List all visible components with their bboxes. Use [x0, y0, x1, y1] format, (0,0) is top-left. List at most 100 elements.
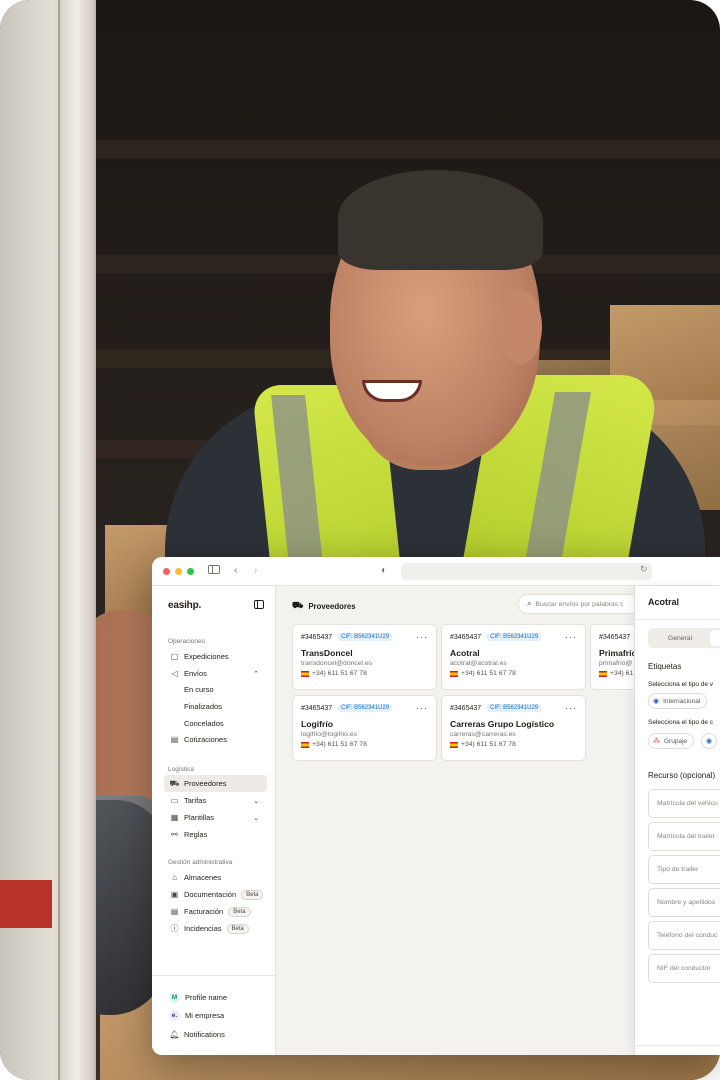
minimize-window-button[interactable]: [175, 567, 182, 575]
sidebar-item-documentacion[interactable]: ▣ Documentación Beta: [164, 886, 267, 903]
forward-arrow-icon[interactable]: ›: [254, 565, 257, 577]
privacy-shield-icon[interactable]: ◐: [381, 565, 387, 577]
sidebar-item-tarifas[interactable]: ▭ Tarifas ⌄: [164, 792, 267, 809]
browser-sidebar-icon[interactable]: [208, 565, 220, 574]
chip-grupaje[interactable]: ⁂ Grupaje: [648, 733, 695, 749]
sidebar-footer: [152, 975, 276, 976]
provider-card[interactable]: #3465437 CIF: B562341U29 ··· Carreras Grupo…: [441, 695, 586, 761]
calendar-icon: ▢: [170, 652, 179, 661]
provider-phone: +34) 611 51 67 78: [450, 741, 577, 748]
matricula-vehiculo-field[interactable]: Matrícula del vehícu: [648, 789, 720, 818]
provider-name: Carreras Grupo Logístico: [450, 719, 555, 729]
invoice-icon: ▤: [170, 907, 179, 916]
more-options-icon[interactable]: ···: [416, 632, 428, 642]
provider-name: TransDoncel: [301, 648, 353, 658]
detail-title: Acotral: [648, 597, 680, 607]
tag-icon: ▭: [170, 796, 179, 805]
maximize-window-button[interactable]: [187, 567, 194, 575]
info-icon: ⓘ: [170, 924, 179, 933]
provider-phone: +34) 611 51 67 78: [301, 670, 428, 677]
spain-flag-icon: [450, 670, 458, 677]
app-window: ‹ › ◐ ↻ easihp. Operaciones ▢ Expedicion…: [152, 557, 720, 1055]
avatar: M: [169, 992, 180, 1003]
sidebar-item-facturacion[interactable]: ▤ Facturación Beta: [164, 903, 267, 920]
sidebar-item-cotizaciones[interactable]: ▤ Cotizaciones: [164, 731, 267, 748]
nombre-conductor-field[interactable]: Nombre y apellidos: [648, 888, 720, 917]
nif-conductor-field[interactable]: NIF del conductor: [648, 954, 720, 983]
detail-footer: [635, 1045, 720, 1046]
worker-hair: [338, 170, 543, 270]
sidebar-item-plantillas[interactable]: ▦ Plantillas ⌄: [164, 809, 267, 826]
provider-phone: +34) 611 51 67 78: [450, 670, 577, 677]
profile-menu[interactable]: M Profile name: [164, 989, 267, 1006]
provider-id: #3465437: [450, 633, 482, 641]
chevron-up-icon: ⌃: [253, 670, 259, 678]
chevron-down-icon: ⌄: [253, 797, 259, 805]
close-window-button[interactable]: [163, 567, 170, 575]
spain-flag-icon: [599, 670, 607, 677]
detail-tabs: General: [648, 628, 720, 648]
spain-flag-icon: [301, 741, 309, 748]
company-menu[interactable]: e. Mi empresa: [164, 1007, 267, 1024]
truck-reflector: [0, 880, 52, 928]
sidebar-item-proveedores[interactable]: ⛟ Proveedores: [164, 775, 267, 792]
sidebar-subitem-en-curso[interactable]: En curso: [184, 685, 214, 694]
easiship-logo[interactable]: easihp.: [168, 600, 201, 611]
url-bar[interactable]: [401, 563, 652, 580]
sidebar-item-reglas[interactable]: ⚯ Reglas: [164, 826, 267, 843]
provider-email: logifrio@logifrio.es: [301, 731, 358, 738]
calculator-icon: ▤: [170, 735, 179, 744]
cif-badge: CIF: B562341U29: [487, 704, 542, 712]
collapse-sidebar-icon[interactable]: [254, 600, 264, 609]
truck-icon: ⛟: [292, 600, 304, 610]
tipo-c-label: Selecciona el tipo de c: [648, 719, 714, 726]
chevron-down-icon: ⌄: [253, 814, 259, 822]
provider-card[interactable]: #3465437 CIF: B562341U29 ··· TransDoncel tra…: [292, 624, 437, 690]
more-options-icon[interactable]: ···: [565, 703, 577, 713]
sidebar-item-expediciones[interactable]: ▢ Expediciones: [164, 648, 267, 665]
notifications-menu[interactable]: 🔔︎ Notifications: [164, 1026, 267, 1043]
provider-name: Acotral: [450, 648, 480, 658]
provider-name: Logifrío: [301, 719, 333, 729]
sidebar-item-envios[interactable]: ◁ Envíos ⌃: [164, 665, 267, 682]
truck-door-rail: [58, 0, 94, 1080]
reload-icon[interactable]: ↻: [640, 564, 648, 575]
browser-titlebar: ‹ › ◐ ↻: [152, 557, 720, 586]
sidebar-subitem-finalizados[interactable]: Finalizados: [184, 702, 222, 711]
matricula-trailer-field[interactable]: Matrícula del trailer: [648, 822, 720, 851]
provider-card[interactable]: #3465437 CIF: B562341U29 ··· Logifrío logifr…: [292, 695, 437, 761]
tipo-trailer-select[interactable]: Tipo de trailer: [648, 855, 720, 884]
sidebar-item-almacenes[interactable]: ⌂ Almacenes: [164, 869, 267, 886]
main-content: ⛟ Proveedores ⌕ Buscar envíos por palabr…: [276, 586, 720, 1055]
beta-badge: Beta: [226, 923, 249, 934]
provider-id: #3465437: [450, 704, 482, 712]
tab-general[interactable]: General: [652, 631, 708, 645]
beta-badge: Beta: [228, 906, 251, 917]
provider-detail-panel: Acotral General Etiquetas Selecciona el …: [634, 586, 720, 1055]
telefono-conductor-field[interactable]: Teléfono del conduc: [648, 921, 720, 950]
send-icon: ◁: [171, 669, 178, 678]
sidebar-subitem-concelados[interactable]: Concelados: [184, 719, 224, 728]
cif-badge: CIF: B562341U29: [487, 633, 542, 641]
chip-internacional[interactable]: ◉ Internacional: [648, 693, 708, 709]
back-arrow-icon[interactable]: ‹: [234, 565, 237, 577]
card-header: #3465437 CIF: B562341U29 ···: [301, 632, 428, 642]
more-options-icon[interactable]: ···: [565, 632, 577, 642]
sidebar: easihp. Operaciones ▢ Expediciones ◁ Env…: [152, 586, 276, 1055]
provider-id: #3465437: [301, 633, 333, 641]
section-logistica: Logística: [168, 766, 195, 773]
recurso-heading: Recurso (opcional): [648, 771, 716, 780]
chip-radio-selected[interactable]: ◉: [701, 733, 718, 749]
more-options-icon[interactable]: ···: [416, 703, 428, 713]
tab-selected[interactable]: [710, 630, 720, 646]
provider-card[interactable]: #3465437 CIF: B562341U29 ··· Acotral acotral…: [441, 624, 586, 690]
sidebar-item-incidencias[interactable]: ⓘ Incidencias Beta: [164, 920, 267, 937]
radio-selected-icon: ◉: [706, 738, 713, 745]
spain-flag-icon: [450, 741, 458, 748]
provider-id: #3465437: [301, 704, 333, 712]
group-icon: ⁂: [653, 738, 660, 745]
provider-email: carreras@carreras.es: [450, 731, 516, 738]
tipo-v-label: Selecciona el tipo de v: [648, 681, 714, 688]
company-avatar: e.: [169, 1010, 180, 1021]
section-operaciones: Operaciones: [168, 638, 205, 645]
